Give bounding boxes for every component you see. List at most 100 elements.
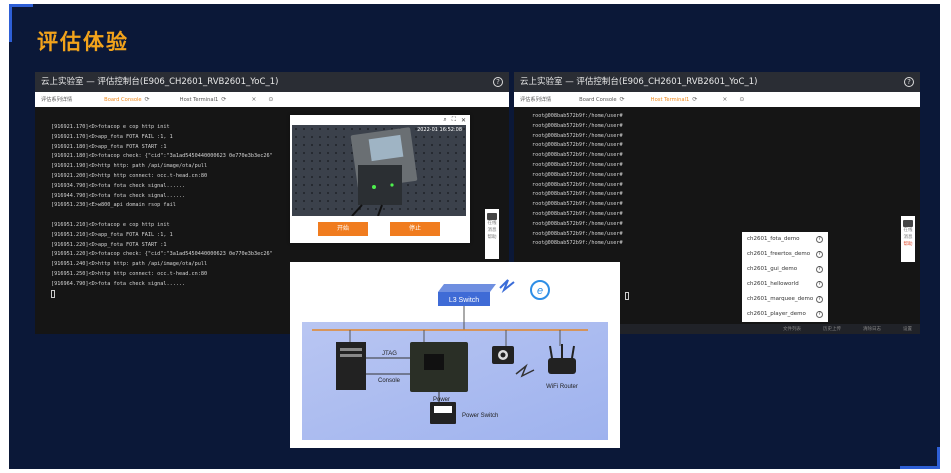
footer-item[interactable]: 历史上传 <box>823 326 841 332</box>
side-label[interactable]: 在线 <box>485 220 499 227</box>
info-icon[interactable]: ? <box>816 311 823 318</box>
footer-item[interactable]: 设置 <box>903 326 912 332</box>
tab-details[interactable]: 评估系列详情 <box>35 92 78 107</box>
cursor <box>625 292 629 300</box>
left-side-toolbar: 在线 消息 帮助 <box>485 209 499 259</box>
slide-canvas: 评估体验 云上实验室 — 评估控制台(E906_CH2601_RVB2601_Y… <box>9 4 940 469</box>
help-icon[interactable]: ? <box>904 77 914 87</box>
terminal-line: [916921.170]<D>app_fota FOTA FAIL :1, 1 <box>51 133 173 140</box>
demo-item[interactable]: ch2601_player_demo? <box>742 307 828 322</box>
right-side-toolbar: 在线 消息 帮助 <box>901 216 915 262</box>
terminal-line: [916921.180]<D>app_fota FOTA START :1 <box>51 143 167 150</box>
fullscreen-icon[interactable]: ⛶ <box>452 116 456 124</box>
demo-item[interactable]: ch2601_marquee_demo? <box>742 292 828 307</box>
demo-item[interactable]: ch2601_freertos_demo? <box>742 247 828 262</box>
tab-more[interactable]: ⊙ <box>733 92 750 107</box>
info-icon[interactable]: ? <box>816 281 823 288</box>
demo-list: ch2601_fota_demo? ch2601_freertos_demo? … <box>742 232 828 322</box>
demo-item[interactable]: ch2601_gui_demo? <box>742 262 828 277</box>
window-titlebar: 云上实验室 — 评估控制台(E906_CH2601_RVB2601_YoC_1)… <box>514 72 920 92</box>
network-diagram: L3 Switch e JTAG Console Power WiFi Rout… <box>290 262 620 448</box>
router-icon <box>548 358 576 374</box>
terminal-line: [916951.250]<D>http http connect: occ.t-… <box>51 270 208 277</box>
terminal-line: [916964.790]<D>fota fota check signal...… <box>51 280 186 287</box>
browser-icon-glyph: e <box>537 285 543 297</box>
more-icon: ⊙ <box>739 96 745 103</box>
lightning-icon <box>499 279 515 294</box>
help-icon[interactable]: ? <box>493 77 503 87</box>
camera-timestamp: 2022-01 16:52:08 <box>417 127 462 133</box>
side-label[interactable]: 帮助 <box>901 241 915 248</box>
terminal-line: [916934.790]<D>fota fota check signal...… <box>51 182 186 189</box>
console-cursor[interactable] <box>51 290 55 300</box>
close-icon[interactable]: × <box>251 96 256 103</box>
power-switch-label: Power Switch <box>462 413 498 419</box>
tab-more[interactable]: ⊙ <box>262 92 279 107</box>
terminal-line: root@008bab572b9f:/home/user# <box>532 210 623 217</box>
start-button[interactable]: 开始 <box>318 222 368 236</box>
tab-host-terminal[interactable]: Host Terminal1 ⟳ × <box>174 92 263 107</box>
tab-board-console[interactable]: Board Console ⟳ <box>98 92 156 107</box>
refresh-icon[interactable]: ⟳ <box>692 96 697 103</box>
info-icon[interactable]: ? <box>816 266 823 273</box>
terminal-line: [916951.240]<D>http http: path /api/imag… <box>51 261 208 268</box>
popup-header: ⌕ ⛶ ✕ <box>290 115 470 125</box>
window-titlebar: 云上实验室 — 评估控制台(E906_CH2601_RVB2601_YoC_1)… <box>35 72 509 92</box>
terminal-line: root@008bab572b9f:/home/user# <box>532 181 623 188</box>
terminal-line: root@008bab572b9f:/home/user# <box>532 201 623 208</box>
console-label: Console <box>378 378 401 384</box>
close-icon[interactable]: × <box>722 96 727 103</box>
demo-item[interactable]: ch2601_fota_demo? <box>742 232 828 247</box>
refresh-icon[interactable]: ⟳ <box>620 96 625 103</box>
terminal-line: root@008bab572b9f:/home/user# <box>532 142 623 149</box>
search-icon[interactable]: ⌕ <box>443 116 446 124</box>
info-icon[interactable]: ? <box>816 296 823 303</box>
terminal-line: root@008bab572b9f:/home/user# <box>532 240 623 247</box>
tab-bar: 评估系列详情 Board Console ⟳ Host Terminal1 ⟳ × ⊙ <box>514 92 920 107</box>
demo-item[interactable]: ch2601_helloworld? <box>742 277 828 292</box>
terminal-cursor[interactable] <box>625 292 629 302</box>
camera-popup: ⌕ ⛶ ✕ 2022-01 16:52:08 开始 停止 <box>290 115 470 243</box>
tab-details[interactable]: 评估系列详情 <box>514 92 557 107</box>
terminal-line: [916944.790]<D>fota fota check signal...… <box>51 192 186 199</box>
message-icon[interactable] <box>487 213 497 220</box>
terminal-line: [916921.180]<D>fotacop check: {"cid":"3a… <box>51 153 273 160</box>
page-title: 评估体验 <box>37 30 129 54</box>
tab-board-console[interactable]: Board Console ⟳ <box>573 92 631 107</box>
jtag-label: JTAG <box>382 351 397 357</box>
message-icon[interactable] <box>903 220 913 227</box>
terminal-line: [916921.190]<D>http http: path /api/imag… <box>51 163 208 170</box>
side-label[interactable]: 消息 <box>485 227 499 234</box>
side-label[interactable]: 消息 <box>901 234 915 241</box>
terminal-line: root@008bab572b9f:/home/user# <box>532 220 623 227</box>
window-title: 云上实验室 — 评估控制台(E906_CH2601_RVB2601_YoC_1) <box>41 77 279 87</box>
terminal-line: root@008bab572b9f:/home/user# <box>532 191 623 198</box>
camera-feed: 2022-01 16:52:08 <box>292 125 466 216</box>
stop-button[interactable]: 停止 <box>390 222 440 236</box>
terminal-line: [916951.220]<D>app_fota FOTA START :1 <box>51 241 167 248</box>
info-icon[interactable]: ? <box>816 236 823 243</box>
side-label[interactable]: 在线 <box>901 227 915 234</box>
info-icon[interactable]: ? <box>816 251 823 258</box>
terminal-output[interactable]: root@008bab572b9f:/home/user# root@008bab… <box>532 112 623 249</box>
corner-accent <box>9 4 33 7</box>
switch-label: L3 Switch <box>449 297 479 304</box>
footer-item[interactable]: 文件列表 <box>783 326 801 332</box>
cursor <box>51 290 55 298</box>
footer-item[interactable]: 清除日志 <box>863 326 881 332</box>
terminal-line: [916951.210]<D>app_fota FOTA FAIL :1, 1 <box>51 231 173 238</box>
side-label[interactable]: 帮助 <box>485 234 499 241</box>
terminal-line: [916951.220]<D>fotacop check: {"cid":"3a… <box>51 251 273 258</box>
tab-host-terminal[interactable]: Host Terminal1 ⟳ × <box>645 92 734 107</box>
close-icon[interactable]: ✕ <box>461 117 466 124</box>
terminal-line: root@008bab572b9f:/home/user# <box>532 171 623 178</box>
refresh-icon[interactable]: ⟳ <box>145 96 150 103</box>
tab-bar: 评估系列详情 Board Console ⟳ Host Terminal1 ⟳ × ⊙ <box>35 92 509 107</box>
corner-accent <box>900 466 940 469</box>
terminal-line: root@008bab572b9f:/home/user# <box>532 113 623 119</box>
refresh-icon[interactable]: ⟳ <box>221 96 226 103</box>
console-output[interactable]: [916921.170]<D>fotacop e cop http init [9… <box>51 123 273 290</box>
corner-accent <box>937 447 940 469</box>
terminal-line: root@008bab572b9f:/home/user# <box>532 122 623 129</box>
